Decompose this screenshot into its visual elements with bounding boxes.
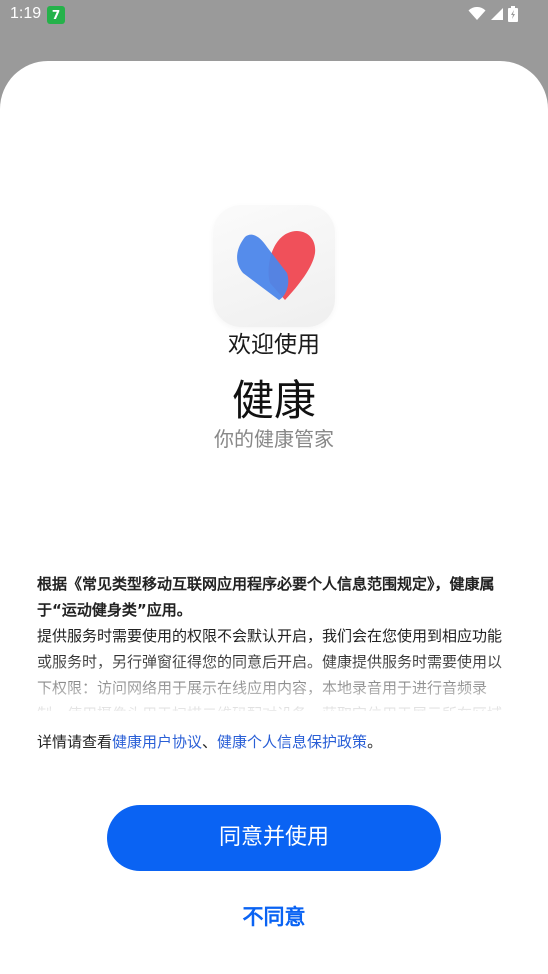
wifi-icon (468, 7, 486, 20)
heart-icon (237, 231, 316, 300)
welcome-sheet: 欢迎使用 健康 你的健康管家 根据《常见类型移动互联网应用程序必要个人信息范围规… (0, 61, 548, 974)
details-suffix: 。 (367, 733, 383, 751)
details-separator: 、 (202, 733, 218, 751)
privacy-policy-link[interactable]: 健康个人信息保护政策 (217, 733, 367, 751)
policy-fade (37, 651, 511, 713)
status-icons (468, 6, 518, 22)
user-agreement-link[interactable]: 健康用户协议 (112, 733, 202, 751)
details-prefix: 详情请查看 (37, 733, 113, 751)
app-tagline: 你的健康管家 (214, 427, 334, 451)
policy-bold-line-2: 于“运动健身类”应用。 (37, 601, 192, 619)
agree-button[interactable]: 同意并使用 (107, 805, 441, 871)
policy-bold-line-1: 根据《常见类型移动互联网应用程序必要个人信息范围规定》，健康属 (37, 575, 495, 593)
details-line: 详情请查看健康用户协议、健康个人信息保护政策。 (37, 731, 382, 752)
app-icon (213, 205, 335, 327)
notification-badge: 7 (47, 6, 65, 24)
status-bar: 1:19 7 (0, 0, 548, 30)
signal-icon (491, 8, 503, 20)
app-name: 健康 (231, 376, 316, 425)
status-time: 1:19 (10, 5, 42, 22)
disagree-button[interactable]: 不同意 (0, 901, 548, 931)
battery-icon (508, 6, 518, 22)
welcome-text: 欢迎使用 (228, 332, 320, 358)
